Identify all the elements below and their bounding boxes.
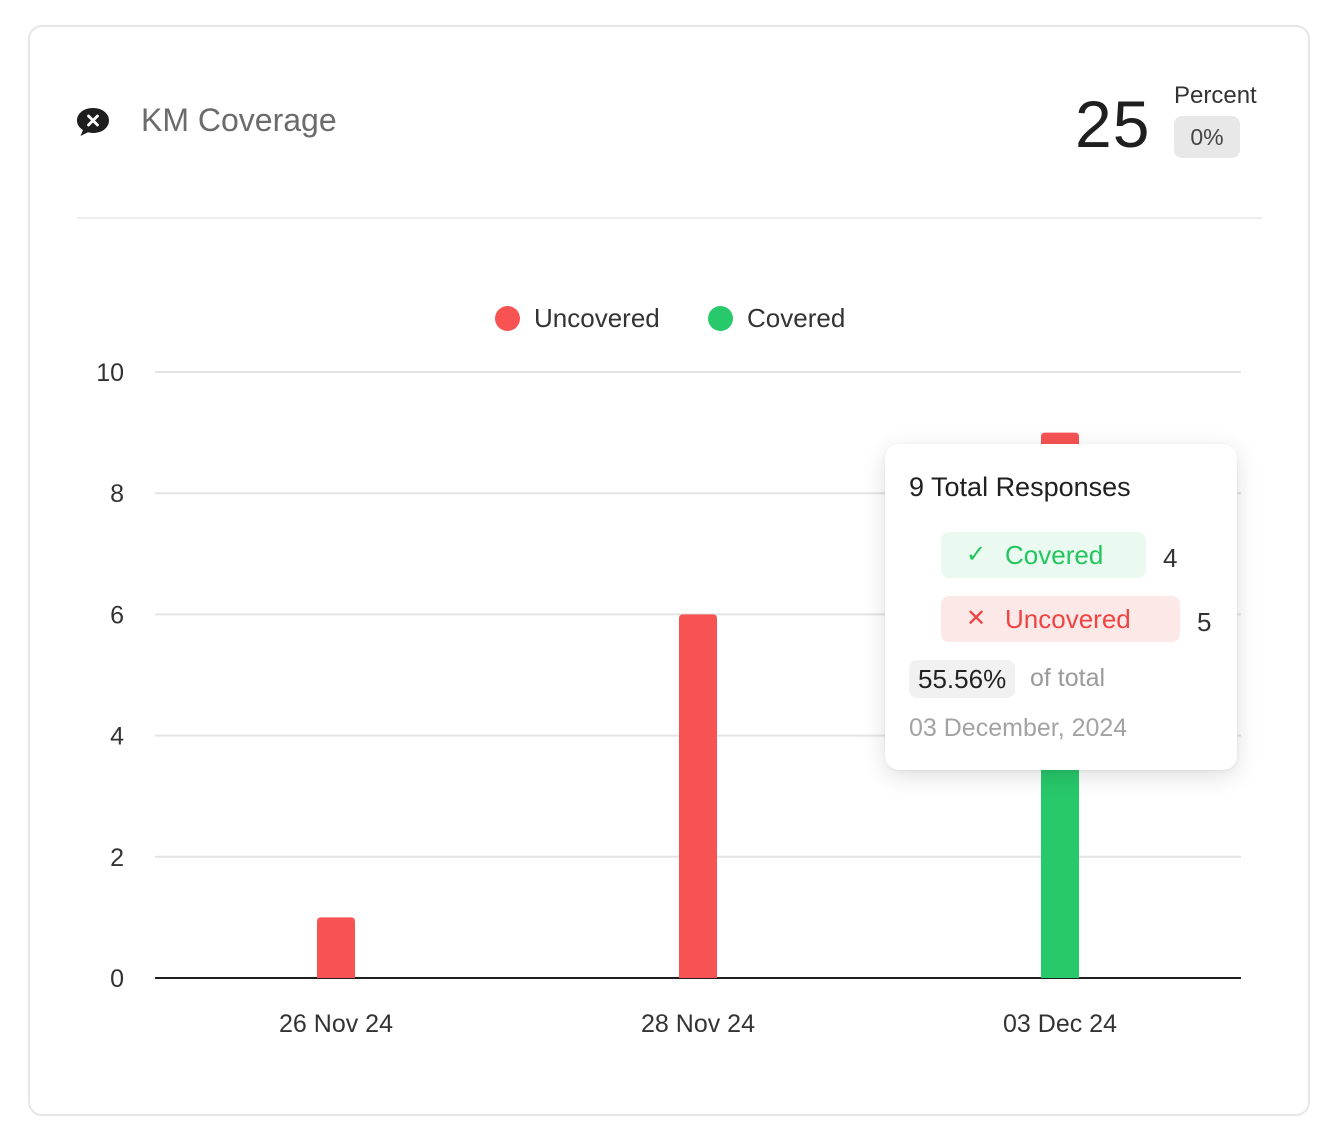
x-tick-label: 03 Dec 24: [1003, 1010, 1117, 1038]
covered-count: 4: [1163, 543, 1178, 573]
tooltip-date: 03 December, 2024: [909, 714, 1128, 742]
x-tick-label: 28 Nov 24: [641, 1010, 755, 1038]
x-tick-label: 26 Nov 24: [279, 1010, 393, 1038]
y-tick-label: 2: [110, 844, 124, 872]
y-tick-label: 0: [110, 965, 124, 993]
y-tick-label: 10: [96, 359, 124, 387]
covered-pill: ✓ Covered: [941, 532, 1146, 578]
covered-label: Covered: [1005, 540, 1104, 570]
bar-uncovered: [317, 917, 355, 978]
chart-tooltip: 9 Total Responses ✓ Covered 4 ✕ Uncovere…: [885, 444, 1237, 770]
check-icon: ✓: [965, 541, 987, 568]
tooltip-title: 9 Total Responses: [909, 472, 1131, 502]
y-tick-label: 6: [110, 601, 124, 629]
bar-covered: [1041, 735, 1079, 978]
x-icon: ✕: [965, 605, 987, 632]
bar-uncovered: [679, 614, 717, 978]
uncovered-pill: ✕ Uncovered: [941, 596, 1180, 642]
y-tick-label: 8: [110, 480, 124, 508]
tooltip-of-total: of total: [1030, 664, 1106, 692]
uncovered-label: Uncovered: [1005, 604, 1131, 634]
tooltip-percent-badge: 55.56%: [909, 660, 1016, 698]
y-tick-label: 4: [110, 723, 124, 751]
uncovered-count: 5: [1197, 607, 1212, 637]
